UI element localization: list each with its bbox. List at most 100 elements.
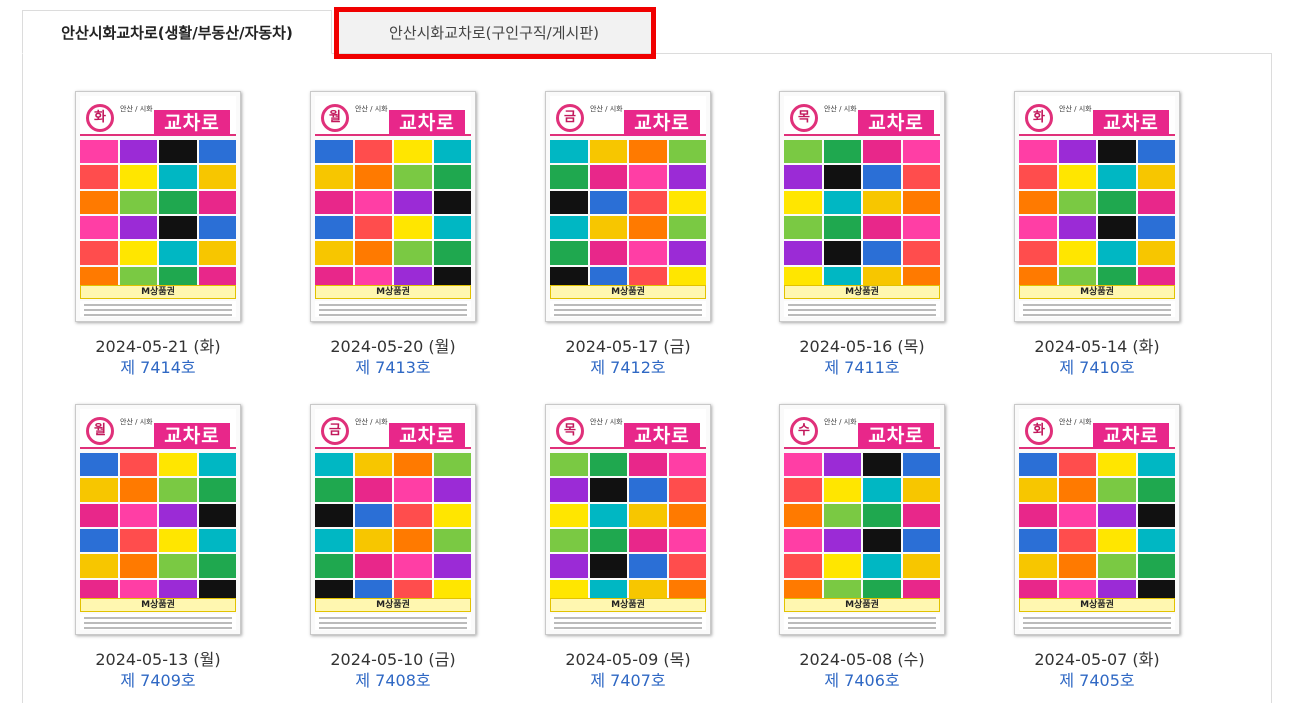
cover-ad-block	[354, 165, 392, 189]
cover-ad-block	[1098, 241, 1136, 265]
cover-bottom-ad: M상품권	[784, 285, 940, 299]
tab-living-realestate-cars[interactable]: 안산시화교차로(생활/부동산/자동차)	[22, 10, 332, 54]
cover-day-badge: 수	[790, 417, 818, 445]
issue-number-link[interactable]: 제 7411호	[762, 358, 962, 378]
issue-cover-thumbnail[interactable]: 목 안산 / 시화 교차로 M상품권	[545, 404, 711, 635]
cover-ad-block	[119, 478, 157, 502]
cover-bottom-ad: M상품권	[550, 285, 706, 299]
issue-card[interactable]: 화 안산 / 시화 교차로 M상품권 2024-05-07 (화) 제 7405호	[997, 404, 1197, 691]
cover-ad-block	[550, 529, 588, 553]
cover-ad-block	[1137, 165, 1175, 189]
cover-ad-block	[823, 216, 861, 240]
cover-ad-block	[354, 453, 392, 477]
issue-cover-thumbnail[interactable]: 월 안산 / 시화 교차로 M상품권	[75, 404, 241, 635]
cover-day-badge: 월	[321, 104, 349, 132]
cover-ad-block	[1137, 478, 1175, 502]
cover-ad-block	[80, 190, 118, 214]
cover-ad-block	[863, 529, 901, 553]
issue-card[interactable]: 화 안산 / 시화 교차로 M상품권 2024-05-14 (화) 제 7410호	[997, 91, 1197, 378]
cover-ad-block	[80, 503, 118, 527]
cover-ad-block	[1137, 190, 1175, 214]
cover-ad-block	[394, 190, 432, 214]
cover-header: 화 안산 / 시화 교차로	[1019, 409, 1175, 449]
cover-ad-block	[668, 190, 706, 214]
issue-cover-thumbnail[interactable]: 목 안산 / 시화 교차로 M상품권	[779, 91, 945, 322]
issue-number-link[interactable]: 제 7409호	[58, 671, 258, 691]
issue-cover-thumbnail[interactable]: 금 안산 / 시화 교차로 M상품권	[545, 91, 711, 322]
cover-logo: 교차로	[624, 110, 700, 136]
cover-ad-block	[589, 503, 627, 527]
cover-ad-block	[550, 241, 588, 265]
issue-number-link[interactable]: 제 7405호	[997, 671, 1197, 691]
cover-ad-block	[1019, 165, 1057, 189]
issue-card[interactable]: 월 안산 / 시화 교차로 M상품권 2024-05-13 (월) 제 7409호	[58, 404, 258, 691]
cover-header: 목 안산 / 시화 교차로	[784, 96, 940, 136]
cover-ad-block	[784, 216, 822, 240]
issue-cover-thumbnail[interactable]: 화 안산 / 시화 교차로 M상품권	[75, 91, 241, 322]
issue-date: 2024-05-10 (금)	[330, 650, 456, 669]
cover-ad-block	[823, 529, 861, 553]
cover-ad-blocks	[1019, 140, 1175, 290]
cover-ad-block	[589, 554, 627, 578]
cover-ad-block	[80, 140, 118, 164]
issue-number-link[interactable]: 제 7408호	[293, 671, 493, 691]
cover-ad-block	[198, 453, 236, 477]
cover-logo: 교차로	[154, 110, 230, 136]
cover-ad-block	[784, 241, 822, 265]
cover-ad-block	[433, 478, 471, 502]
cover-ad-block	[119, 503, 157, 527]
issue-card[interactable]: 목 안산 / 시화 교차로 M상품권 2024-05-09 (목) 제 7407호	[528, 404, 728, 691]
cover-logo: 교차로	[389, 423, 465, 449]
cover-ad-block	[354, 140, 392, 164]
tab-jobs-board[interactable]: 안산시화교차로(구인구직/게시판)	[335, 10, 653, 54]
cover-ad-block	[119, 190, 157, 214]
issue-cover-thumbnail[interactable]: 월 안산 / 시화 교차로 M상품권	[310, 91, 476, 322]
issue-card[interactable]: 목 안산 / 시화 교차로 M상품권 2024-05-16 (목) 제 7411호	[762, 91, 962, 378]
issue-cover-thumbnail[interactable]: 화 안산 / 시화 교차로 M상품권	[1014, 91, 1180, 322]
issue-card[interactable]: 금 안산 / 시화 교차로 M상품권 2024-05-17 (금) 제 7412호	[528, 91, 728, 378]
cover-footer	[1019, 614, 1175, 630]
cover-header: 화 안산 / 시화 교차로	[1019, 96, 1175, 136]
cover-ad-block	[784, 478, 822, 502]
issue-number-link[interactable]: 제 7406호	[762, 671, 962, 691]
cover-ad-block	[550, 478, 588, 502]
issue-card[interactable]: 수 안산 / 시화 교차로 M상품권 2024-05-08 (수) 제 7406호	[762, 404, 962, 691]
issue-card[interactable]: 월 안산 / 시화 교차로 M상품권 2024-05-20 (월) 제 7413호	[293, 91, 493, 378]
cover-ad-block	[433, 241, 471, 265]
cover-ad-block	[823, 503, 861, 527]
cover-ad-block	[784, 453, 822, 477]
cover-ad-block	[823, 478, 861, 502]
issue-number-link[interactable]: 제 7413호	[293, 358, 493, 378]
issue-cover-thumbnail[interactable]: 화 안산 / 시화 교차로 M상품권	[1014, 404, 1180, 635]
cover-ad-block	[80, 165, 118, 189]
issue-number-link[interactable]: 제 7412호	[528, 358, 728, 378]
cover-day-badge: 금	[556, 104, 584, 132]
cover-city: 안산 / 시화	[824, 418, 857, 426]
cover-ad-block	[550, 554, 588, 578]
cover-footer	[784, 301, 940, 317]
cover-city: 안산 / 시화	[355, 105, 388, 113]
issue-card[interactable]: 화 안산 / 시화 교차로 M상품권 2024-05-21 (화) 제 7414호	[58, 91, 258, 378]
cover-ad-block	[80, 478, 118, 502]
cover-ad-block	[1019, 140, 1057, 164]
issue-number-link[interactable]: 제 7410호	[997, 358, 1197, 378]
issue-cover-thumbnail[interactable]: 수 안산 / 시화 교차로 M상품권	[779, 404, 945, 635]
cover-ad-block	[902, 190, 940, 214]
issue-cover-thumbnail[interactable]: 금 안산 / 시화 교차로 M상품권	[310, 404, 476, 635]
cover-day-badge: 화	[1025, 104, 1053, 132]
cover-ad-blocks	[550, 140, 706, 290]
issue-card[interactable]: 금 안산 / 시화 교차로 M상품권 2024-05-10 (금) 제 7408호	[293, 404, 493, 691]
cover-ad-block	[394, 453, 432, 477]
cover-ad-block	[668, 140, 706, 164]
cover-ad-block	[902, 140, 940, 164]
cover-ad-block	[550, 503, 588, 527]
cover-city: 안산 / 시화	[120, 418, 153, 426]
cover-logo: 교차로	[1093, 423, 1169, 449]
issue-number-link[interactable]: 제 7407호	[528, 671, 728, 691]
cover-ad-block	[863, 190, 901, 214]
cover-ad-block	[119, 529, 157, 553]
cover-city: 안산 / 시화	[590, 418, 623, 426]
cover-day-badge: 금	[321, 417, 349, 445]
cover-ad-block	[159, 140, 197, 164]
issue-number-link[interactable]: 제 7414호	[58, 358, 258, 378]
